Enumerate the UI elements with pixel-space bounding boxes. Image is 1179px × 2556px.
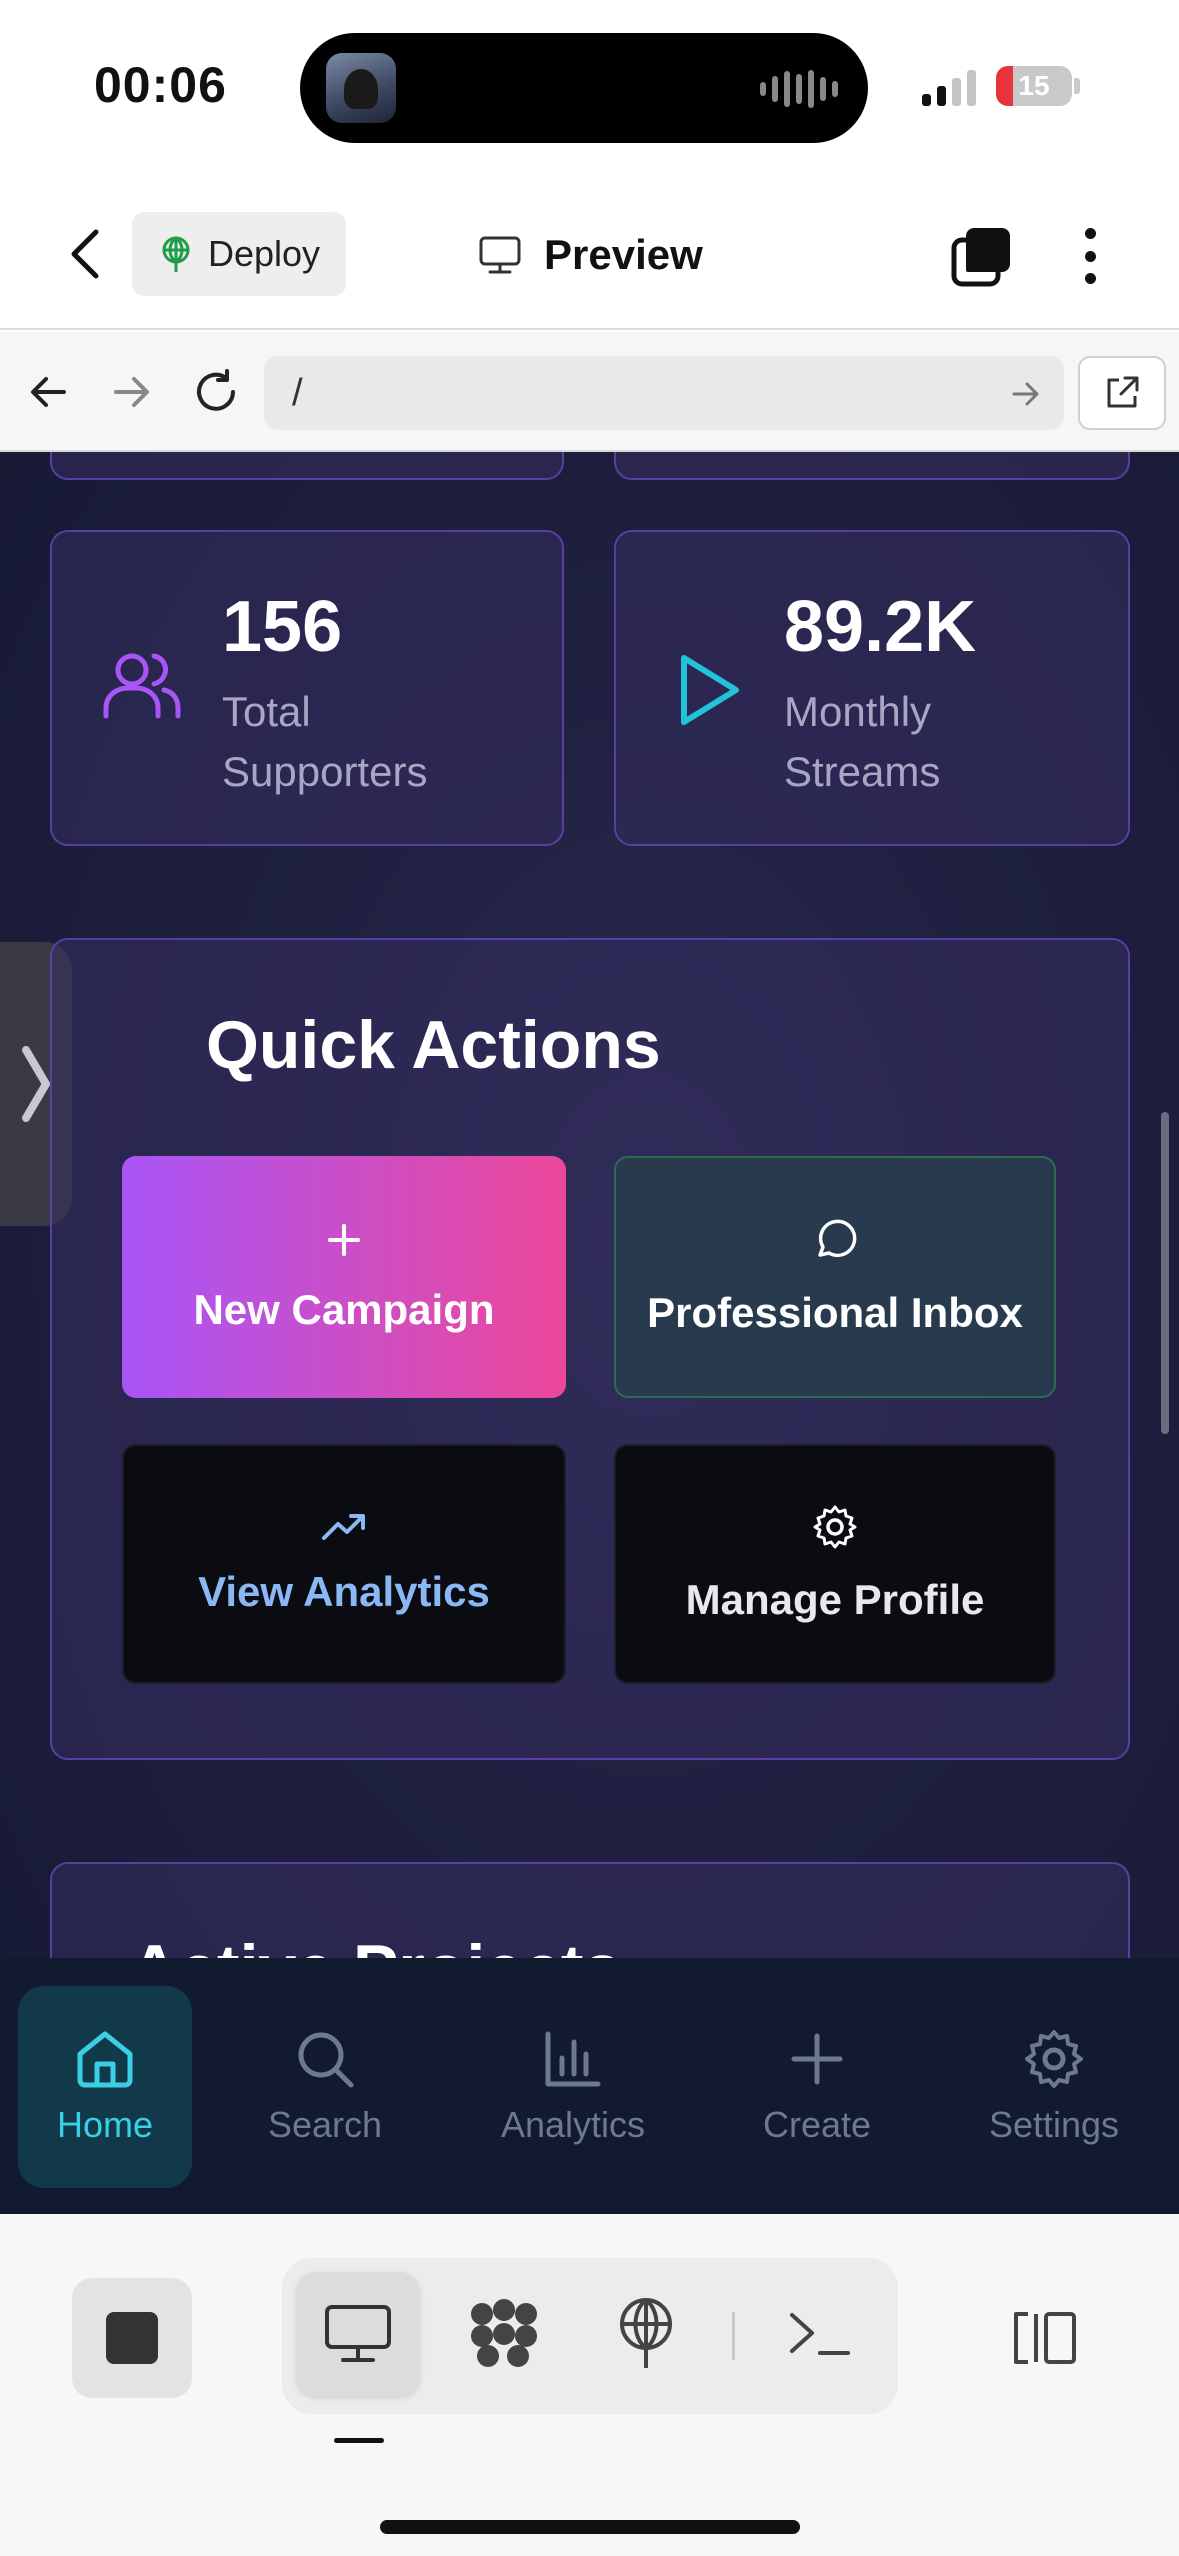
- manage-profile-label: Manage Profile: [685, 1576, 985, 1623]
- reload-button[interactable]: [186, 362, 246, 422]
- preview-title: Preview: [478, 220, 703, 290]
- stat-value: 89.2K: [784, 587, 977, 667]
- tool-switcher: [282, 2258, 898, 2414]
- tab-search[interactable]: Search: [238, 1986, 412, 2188]
- dynamic-island[interactable]: [300, 33, 868, 143]
- plus-icon: [328, 1224, 360, 1256]
- browser-forward-button[interactable]: [102, 362, 162, 422]
- arrow-right-icon: [114, 377, 149, 407]
- plus-icon: [791, 2033, 843, 2085]
- go-button[interactable]: [1006, 374, 1046, 414]
- stat-value: 156: [222, 587, 343, 667]
- manage-profile-button[interactable]: Manage Profile: [614, 1444, 1056, 1684]
- stat-label: Total: [222, 688, 311, 735]
- monitor-icon: [479, 236, 521, 274]
- message-circle-icon: [818, 1219, 857, 1258]
- terminal-icon: [790, 2313, 850, 2355]
- battery-level: 15: [1018, 70, 1050, 101]
- play-icon: [681, 655, 739, 725]
- stat-card-partial: [50, 452, 564, 480]
- deploy-tool-button[interactable]: [584, 2272, 708, 2396]
- tool-divider: [732, 2312, 735, 2360]
- trending-up-icon: [322, 1514, 365, 1540]
- tabs-icon: [951, 228, 1010, 287]
- home-indicator: [380, 2520, 800, 2534]
- external-link-icon: [1107, 376, 1139, 408]
- stop-icon: [106, 2312, 158, 2364]
- tab-settings[interactable]: Settings: [964, 1986, 1144, 2188]
- agent-tool-button[interactable]: [442, 2272, 566, 2396]
- search-icon: [298, 2032, 354, 2088]
- deploy-icon: [162, 236, 190, 272]
- ai-agent-icon: [471, 2299, 537, 2367]
- quick-actions-title: Quick Actions: [206, 1007, 661, 1083]
- home-icon: [77, 2031, 133, 2088]
- stat-label: Monthly: [784, 688, 932, 735]
- scrollbar[interactable]: [1161, 1112, 1169, 1434]
- users-icon: [103, 653, 181, 719]
- gear-icon: [1025, 2030, 1083, 2088]
- more-options-button[interactable]: [1070, 224, 1110, 288]
- battery-icon: 15: [996, 66, 1072, 106]
- back-button[interactable]: [60, 224, 110, 284]
- tab-create[interactable]: Create: [726, 1986, 908, 2188]
- url-bar: /: [0, 332, 1179, 452]
- tab-home[interactable]: Home: [18, 1986, 192, 2188]
- view-analytics-label: View Analytics: [198, 1568, 490, 1615]
- split-view-button[interactable]: [1004, 2298, 1084, 2378]
- audio-waveform-icon: [760, 69, 838, 109]
- tab-search-label: Search: [267, 2104, 383, 2145]
- app-header: Deploy Preview: [0, 180, 1179, 330]
- open-external-button[interactable]: [1078, 356, 1166, 430]
- chevron-right-icon: [22, 1046, 50, 1122]
- tab-analytics-label: Analytics: [500, 2104, 646, 2145]
- status-time: 00:06: [94, 57, 227, 113]
- view-analytics-button[interactable]: View Analytics: [122, 1444, 566, 1684]
- gear-icon: [813, 1505, 857, 1549]
- stat-label: Supporters: [222, 748, 428, 795]
- new-campaign-label: New Campaign: [193, 1286, 495, 1333]
- stat-card-partial: [614, 452, 1130, 480]
- browser-back-button[interactable]: [18, 362, 78, 422]
- deploy-icon: [620, 2298, 672, 2368]
- app-viewport: 156 Total Supporters 89.2K Monthly Strea…: [0, 452, 1179, 2214]
- now-playing-artwork: [326, 53, 396, 123]
- shell-tool-button[interactable]: [758, 2272, 882, 2396]
- split-view-icon: [1014, 2312, 1076, 2364]
- status-bar: 00:06 15: [0, 0, 1179, 180]
- tab-home-label: Home: [56, 2104, 154, 2145]
- arrow-left-icon: [31, 377, 66, 407]
- chevron-left-icon: [71, 229, 99, 279]
- stat-card-supporters: 156 Total Supporters: [50, 530, 564, 846]
- tab-settings-label: Settings: [988, 2104, 1120, 2145]
- cellular-signal-icon: [922, 66, 976, 106]
- stat-label: Streams: [784, 748, 941, 795]
- monitor-icon: [325, 2305, 391, 2362]
- url-input[interactable]: /: [264, 356, 1064, 430]
- tab-create-label: Create: [762, 2104, 872, 2145]
- deploy-label: Deploy: [208, 233, 321, 274]
- deploy-button[interactable]: Deploy: [132, 212, 346, 296]
- arrow-right-icon: [1012, 382, 1039, 406]
- reload-icon: [197, 369, 235, 411]
- tab-analytics[interactable]: Analytics: [476, 1986, 670, 2188]
- preview-tool-button[interactable]: [296, 2272, 420, 2396]
- stat-card-streams: 89.2K Monthly Streams: [614, 530, 1130, 846]
- bar-chart-icon: [545, 2031, 601, 2087]
- url-text: /: [292, 372, 303, 414]
- preview-label: Preview: [544, 231, 703, 278]
- professional-inbox-button[interactable]: Professional Inbox: [614, 1156, 1056, 1398]
- new-campaign-button[interactable]: New Campaign: [122, 1156, 566, 1398]
- professional-inbox-label: Professional Inbox: [647, 1289, 1023, 1336]
- bottom-tab-bar: Home Search Analytics Create Settings: [0, 1958, 1179, 2214]
- stop-button[interactable]: [72, 2278, 192, 2398]
- active-tool-indicator: [334, 2438, 384, 2443]
- tabs-button[interactable]: [950, 224, 1014, 288]
- bottom-toolbar: [0, 2214, 1179, 2556]
